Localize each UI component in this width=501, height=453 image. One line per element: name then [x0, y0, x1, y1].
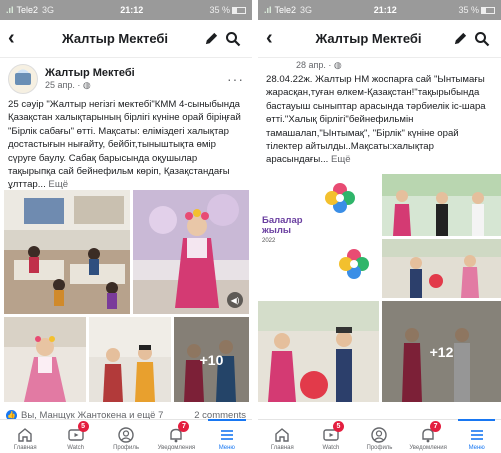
status-time: 21:12 [120, 5, 144, 15]
post-header: Жалтыр Мектебі 25 апр. · ◍ ··· [0, 58, 252, 98]
tab-notifications[interactable]: 7 Уведомления [151, 420, 201, 453]
globe-icon: ◍ [82, 80, 91, 90]
tab-profile[interactable]: Профиль [355, 420, 404, 453]
network-type: 3G [42, 5, 55, 15]
tab-home[interactable]: Главная [0, 420, 50, 453]
tab-label: Меню [468, 445, 485, 451]
photo-girl-balloon[interactable] [258, 301, 379, 402]
see-more-link[interactable]: Ещё [331, 154, 351, 165]
post-body: 28.04.22ж. Жалтыр НМ жоспарға сай "Ынтым… [266, 74, 486, 166]
profile-icon [118, 427, 134, 443]
more-options-icon[interactable]: ··· [227, 71, 244, 87]
post-author[interactable]: Жалтыр Мектебі [45, 67, 227, 79]
carrier-name: Tele2 [274, 5, 297, 15]
screenshot-canvas: .ıl Tele2 3G 21:12 35 % ‹ Жалтыр Мектебі… [0, 0, 501, 453]
status-time: 21:12 [373, 5, 397, 15]
tab-label: Уведомления [409, 445, 447, 451]
photo-more-right[interactable]: +12 [382, 301, 501, 402]
top-navigation: ‹ Жалтыр Мектебі [0, 20, 252, 58]
watch-badge: 5 [77, 421, 89, 432]
menu-icon [220, 430, 233, 440]
post-text: 25 сәуір "Жалтыр негізгі мектебі"КММ 4-с… [0, 98, 252, 192]
tab-home[interactable]: Главная [258, 420, 307, 453]
tab-label: Главная [270, 445, 294, 451]
tab-watch[interactable]: 5 Watch [307, 420, 356, 453]
search-icon[interactable] [471, 28, 493, 50]
home-icon [18, 428, 32, 442]
tab-label: Уведомления [157, 445, 196, 451]
search-icon[interactable] [222, 28, 244, 50]
profile-icon [371, 427, 388, 443]
status-bar: .ıl Tele2 3G 21:12 35 % [0, 0, 252, 20]
home-icon [275, 428, 289, 442]
notifications-badge: 7 [430, 421, 442, 432]
photo-girl-pink[interactable] [4, 317, 86, 402]
photo-banner[interactable]: Балалар жылы 2022 [258, 174, 379, 298]
see-more-link[interactable]: Ещё [48, 179, 68, 190]
carrier-name: Tele2 [16, 5, 39, 15]
globe-icon: ◍ [333, 60, 342, 70]
network-type: 3G [300, 5, 313, 15]
pencil-icon[interactable] [200, 28, 222, 50]
tab-watch[interactable]: 5 Watch [50, 420, 100, 453]
banner-title: Балалар жылы [262, 215, 303, 236]
post-header: 28 апр. · ◍ [258, 58, 501, 73]
bottom-tab-bar: Главная 5 Watch Профиль 7 Уведомления Ме… [0, 419, 252, 453]
photo-more-group[interactable]: +10 [174, 317, 249, 402]
photo-classroom[interactable] [4, 190, 130, 314]
signal-icon: .ıl [6, 5, 14, 15]
tab-profile[interactable]: Профиль [101, 420, 151, 453]
mute-icon[interactable]: ◀) [227, 292, 243, 308]
more-photos-count: +10 [174, 317, 249, 402]
post-date-text: 25 апр. · [45, 80, 83, 90]
page-avatar[interactable] [8, 64, 38, 94]
signal-icon: .ıl [264, 5, 272, 15]
watch-badge: 5 [332, 421, 344, 432]
photo-stage-boy[interactable] [382, 239, 501, 298]
tab-menu[interactable]: Меню [202, 419, 252, 453]
back-button[interactable]: ‹ [8, 27, 30, 50]
right-phone-screen: .ıl Tele2 3G 21:12 35 % ‹ Жалтыр Мектебі… [258, 0, 501, 453]
post-date[interactable]: 28 апр. · ◍ [296, 60, 342, 71]
menu-icon [470, 430, 483, 440]
photo-girl-costume[interactable]: ◀) [133, 190, 249, 314]
photo-boys-stage[interactable] [89, 317, 171, 402]
photo-children-stage[interactable] [382, 174, 501, 236]
notifications-badge: 7 [178, 421, 190, 432]
tab-label: Меню [218, 445, 235, 451]
tab-label: Профиль [113, 445, 139, 451]
pencil-icon[interactable] [449, 28, 471, 50]
tab-label: Главная [13, 445, 37, 451]
post-text: 28.04.22ж. Жалтыр НМ жоспарға сай "Ынтым… [258, 73, 501, 167]
status-bar: .ıl Tele2 3G 21:12 35 % [258, 0, 501, 20]
battery-percent: 35 % [458, 5, 479, 15]
tab-menu[interactable]: Меню [452, 419, 501, 453]
page-title: Жалтыр Мектебі [61, 31, 169, 46]
banner-year: 2022 [262, 238, 276, 244]
post-meta: Жалтыр Мектебі 25 апр. · ◍ [45, 67, 227, 91]
tab-label: Watch [67, 445, 84, 451]
back-button[interactable]: ‹ [266, 27, 288, 50]
bottom-tab-bar: Главная 5 Watch Профиль 7 Уведомления Ме… [258, 419, 501, 453]
tab-notifications[interactable]: 7 Уведомления [404, 420, 453, 453]
battery-icon [481, 6, 495, 14]
tab-label: Watch [322, 445, 340, 451]
left-phone-screen: .ıl Tele2 3G 21:12 35 % ‹ Жалтыр Мектебі… [0, 0, 252, 453]
post-date-text: 28 апр. · [296, 60, 334, 70]
top-navigation: ‹ Жалтыр Мектебі [258, 20, 501, 58]
battery-percent: 35 % [209, 5, 230, 15]
battery-icon [232, 6, 246, 14]
post-date[interactable]: 25 апр. · ◍ [45, 80, 227, 91]
more-photos-count: +12 [382, 301, 501, 402]
tab-label: Профиль [366, 445, 393, 451]
page-title: Жалтыр Мектебі [315, 31, 422, 46]
post-body: 25 сәуір "Жалтыр негізгі мектебі"КММ 4-с… [8, 99, 241, 191]
